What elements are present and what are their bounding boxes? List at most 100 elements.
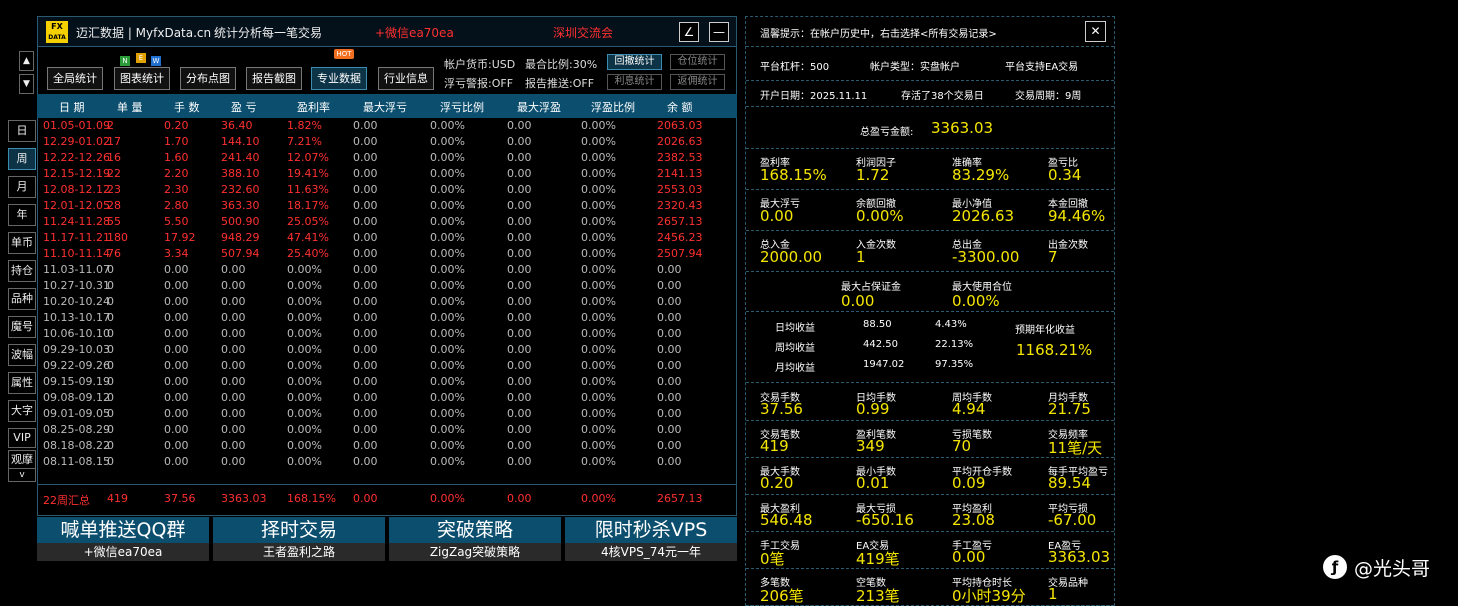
table-row[interactable]: 11.03-11.07 0 0.00 0.00 0.00% 0.00 0.00% 0.00 0.…	[37, 262, 737, 278]
stats-row: 盈利率 168.15% 利润因子 1.72 准确率 83.29% 盈亏比 0.34	[746, 149, 1114, 190]
ad-subtitle[interactable]: 王者盈利之路	[213, 543, 385, 561]
position-stats-button[interactable]: 仓位统计	[670, 54, 725, 70]
table-row[interactable]: 11.10-11.14 76 3.34 507.94 25.40% 0.00 0.00% 0.…	[37, 246, 737, 262]
ad-subtitle[interactable]: ZigZag突破策略	[389, 543, 561, 561]
table-row[interactable]: 08.18-08.22 0 0.00 0.00 0.00% 0.00 0.00% 0.00 0.…	[37, 438, 737, 454]
column-header[interactable]: 盈利率	[297, 99, 330, 115]
table-row[interactable]: 11.17-11.21 180 17.92 948.29 47.41% 0.00 0.00%…	[37, 230, 737, 246]
table-cell: 0.00%	[430, 455, 465, 468]
pro-data-button[interactable]: 专业数据	[311, 67, 367, 90]
stat-value: 7	[1048, 248, 1058, 266]
column-header[interactable]: 手 数	[174, 99, 200, 115]
minimize-icon[interactable]: —	[709, 22, 729, 42]
ad-title[interactable]: 限时秒杀VPS	[565, 517, 737, 543]
column-header[interactable]: 浮盈比例	[591, 99, 635, 115]
sidebar-item[interactable]: 日	[8, 120, 36, 142]
edit-icon[interactable]: ∠	[679, 22, 699, 42]
table-cell: 0.00	[164, 423, 189, 436]
sidebar-item[interactable]: 品种	[8, 288, 36, 310]
rebate-stats-button[interactable]: 返佣统计	[670, 74, 725, 90]
table-cell: 10.27-10.31	[43, 279, 110, 292]
margin-section: 最大占保证金 0.00 最大使用合位 0.00%	[746, 272, 1114, 312]
table-row[interactable]: 08.11-08.15 0 0.00 0.00 0.00% 0.00 0.00% 0.00 0.…	[37, 454, 737, 470]
ad-title[interactable]: 喊单推送QQ群	[37, 517, 209, 543]
table-row[interactable]: 01.05-01.09 2 0.20 36.40 1.82% 0.00 0.00% 0.00 0…	[37, 118, 737, 134]
scroll-down-button[interactable]: ▼	[19, 74, 34, 94]
sidebar-item[interactable]: 魔号	[8, 316, 36, 338]
stat-value: 11笔/天	[1048, 439, 1103, 457]
global-stats-button[interactable]: 全局统计	[47, 67, 103, 90]
table-cell: 0.00%	[430, 375, 465, 388]
column-header[interactable]: 盈 亏	[231, 99, 257, 115]
table-row[interactable]: 08.25-08.29 0 0.00 0.00 0.00% 0.00 0.00% 0.00 0.…	[37, 422, 737, 438]
table-cell: 0.00	[507, 247, 532, 260]
ad-banner[interactable]: 限时秒杀VPS 4核VPS_74元一年	[565, 517, 737, 561]
table-cell: 0.00	[221, 295, 246, 308]
sidebar-item[interactable]: 大字	[8, 400, 36, 422]
table-row[interactable]: 10.13-10.17 0 0.00 0.00 0.00% 0.00 0.00% 0.00 0.…	[37, 310, 737, 326]
sidebar-item[interactable]: VIP	[8, 428, 36, 448]
table-cell: 2507.94	[657, 247, 703, 260]
table-row[interactable]: 10.20-10.24 0 0.00 0.00 0.00% 0.00 0.00% 0.00 0.…	[37, 294, 737, 310]
column-header[interactable]: 最大浮盈	[517, 99, 561, 115]
table-row[interactable]: 12.15-12.19 22 2.20 388.10 19.41% 0.00 0.00% 0.…	[37, 166, 737, 182]
report-push[interactable]: 报告推送:OFF	[525, 75, 594, 91]
drawdown-stats-button[interactable]: 回撤统计	[607, 54, 662, 70]
ad-subtitle[interactable]: +微信ea70ea	[37, 543, 209, 561]
avg-percent: 4.43%	[935, 319, 967, 330]
float-loss-alert[interactable]: 浮亏警报:OFF	[444, 75, 513, 91]
sidebar-item[interactable]: 周	[8, 148, 36, 170]
table-row[interactable]: 11.24-11.28 55 5.50 500.90 25.05% 0.00 0.00% 0.…	[37, 214, 737, 230]
table-cell: 0.00%	[430, 231, 465, 244]
sidebar-item[interactable]: 年	[8, 204, 36, 226]
ad-banner[interactable]: 择时交易 王者盈利之路	[213, 517, 385, 561]
column-header[interactable]: 单 量	[117, 99, 143, 115]
column-header[interactable]: 余 额	[667, 99, 693, 115]
promo-group[interactable]: 深圳交流会	[553, 24, 613, 41]
avg-label: 日均收益	[775, 323, 815, 334]
sidebar-item[interactable]: 持仓	[8, 260, 36, 282]
sidebar-item[interactable]: 波幅	[8, 344, 36, 366]
interest-stats-button[interactable]: 利息统计	[607, 74, 662, 90]
table-row[interactable]: 09.01-09.05 0 0.00 0.00 0.00% 0.00 0.00% 0.00 0.…	[37, 406, 737, 422]
ad-banner[interactable]: 突破策略 ZigZag突破策略	[389, 517, 561, 561]
table-row[interactable]: 09.29-10.03 0 0.00 0.00 0.00% 0.00 0.00% 0.00 0.…	[37, 342, 737, 358]
table-row[interactable]: 12.08-12.12 23 2.30 232.60 11.63% 0.00 0.00% 0.…	[37, 182, 737, 198]
table-cell: 36.40	[221, 119, 253, 132]
table-cell: 12.22-12.26	[43, 151, 110, 164]
report-screenshot-button[interactable]: 报告截图	[246, 67, 302, 90]
table-row[interactable]: 12.29-01.02 17 1.70 144.10 7.21% 0.00 0.00% 0.0…	[37, 134, 737, 150]
table-row[interactable]: 09.15-09.19 0 0.00 0.00 0.00% 0.00 0.00% 0.00 0.…	[37, 374, 737, 390]
scroll-up-button[interactable]: ▲	[19, 51, 34, 71]
sidebar-item[interactable]: v	[8, 468, 36, 482]
ad-title[interactable]: 突破策略	[389, 517, 561, 543]
table-row[interactable]: 09.08-09.12 0 0.00 0.00 0.00% 0.00 0.00% 0.00 0.…	[37, 390, 737, 406]
sidebar-item[interactable]: 属性	[8, 372, 36, 394]
ad-title[interactable]: 择时交易	[213, 517, 385, 543]
column-header[interactable]: 日 期	[59, 99, 85, 115]
table-row[interactable]: 10.06-10.10 0 0.00 0.00 0.00% 0.00 0.00% 0.00 0.…	[37, 326, 737, 342]
promo-wechat[interactable]: +微信ea70ea	[375, 24, 454, 41]
stat-value: 0.20	[760, 474, 794, 492]
chart-stats-button[interactable]: 图表统计	[114, 67, 170, 90]
table-cell: 2456.23	[657, 231, 703, 244]
table-row[interactable]: 10.27-10.31 0 0.00 0.00 0.00% 0.00 0.00% 0.00 0.…	[37, 278, 737, 294]
table-cell: 1.82%	[287, 119, 322, 132]
distribution-chart-button[interactable]: 分布点图	[180, 67, 236, 90]
ad-subtitle[interactable]: 4核VPS_74元一年	[565, 543, 737, 561]
sidebar-item[interactable]: 月	[8, 176, 36, 198]
close-icon[interactable]: ✕	[1085, 21, 1106, 42]
table-row[interactable]: 12.22-12.26 16 1.60 241.40 12.07% 0.00 0.00% 0.…	[37, 150, 737, 166]
column-header[interactable]: 浮亏比例	[440, 99, 484, 115]
table-row[interactable]: 09.22-09.26 0 0.00 0.00 0.00% 0.00 0.00% 0.00 0.…	[37, 358, 737, 374]
sidebar-item[interactable]: 单币	[8, 232, 36, 254]
table-cell: 0.00%	[581, 151, 616, 164]
table-cell: 0.00%	[430, 439, 465, 452]
summary-cell: 0.00%	[581, 492, 616, 505]
sidebar-item[interactable]: 观摩	[8, 450, 36, 470]
industry-info-button[interactable]: 行业信息	[378, 67, 434, 90]
column-header[interactable]: 最大浮亏	[363, 99, 407, 115]
table-row[interactable]: 12.01-12.05 28 2.80 363.30 18.17% 0.00 0.00% 0.…	[37, 198, 737, 214]
ad-banner[interactable]: 喊单推送QQ群 +微信ea70ea	[37, 517, 209, 561]
table-cell: 0.00%	[430, 135, 465, 148]
